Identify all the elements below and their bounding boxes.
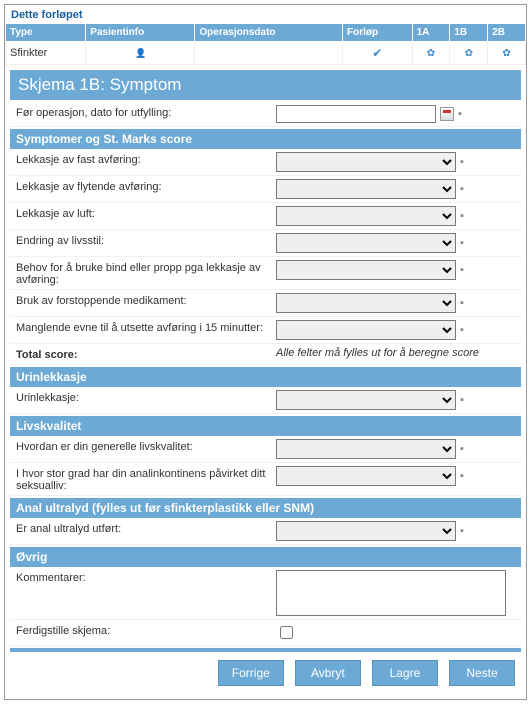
q3-label: Lekkasje av luft: — [16, 206, 276, 220]
col-type: Type — [6, 24, 86, 42]
q11-select[interactable] — [276, 521, 456, 541]
check-icon: ✔ — [372, 46, 382, 60]
finalize-checkbox[interactable] — [280, 626, 293, 639]
q9-label: Hvordan er din generelle livskvalitet: — [16, 439, 276, 453]
q13-label: Ferdigstille skjema: — [16, 623, 276, 637]
q8-label: Urinlekkasje: — [16, 390, 276, 404]
progress-table: Type Pasientinfo Operasjonsdato Forløp 1… — [5, 23, 526, 65]
section-symptoms: Symptomer og St. Marks score — [10, 129, 521, 149]
cell-2b[interactable]: ✿ — [488, 42, 526, 65]
section-ovrig: Øvrig — [10, 547, 521, 567]
q9-select[interactable] — [276, 439, 456, 459]
col-2b: 2B — [488, 24, 526, 42]
q11-label: Er anal ultralyd utført: — [16, 521, 276, 535]
q12-label: Kommentarer: — [16, 570, 276, 584]
date-input[interactable] — [276, 105, 436, 123]
prev-button[interactable]: Forrige — [218, 660, 284, 686]
q6-label: Bruk av forstoppende medikament: — [16, 293, 276, 307]
q1-label: Lekkasje av fast avføring: — [16, 152, 276, 166]
gear-icon: ✿ — [502, 48, 510, 59]
total-note: Alle felter må fylles ut for å beregne s… — [276, 347, 479, 359]
form-container: Dette forløpet Type Pasientinfo Operasjo… — [4, 4, 527, 700]
q1-select[interactable] — [276, 152, 456, 172]
gear-icon: ✿ — [465, 48, 473, 59]
col-1a: 1A — [412, 24, 450, 42]
cell-type: Sfinkter — [6, 42, 86, 65]
required-marker: ▪ — [458, 108, 462, 120]
section-livs: Livskvalitet — [10, 416, 521, 436]
user-icon — [135, 47, 145, 57]
q10-select[interactable] — [276, 466, 456, 486]
col-operasjonsdato: Operasjonsdato — [195, 24, 343, 42]
q3-select[interactable] — [276, 206, 456, 226]
calendar-icon[interactable] — [440, 107, 454, 121]
next-button[interactable]: Neste — [449, 660, 515, 686]
col-forlop: Forløp — [343, 24, 413, 42]
section-anal: Anal ultralyd (fylles ut før sfinkterpla… — [10, 498, 521, 518]
q6-select[interactable] — [276, 293, 456, 313]
q4-label: Endring av livsstil: — [16, 233, 276, 247]
total-label: Total score: — [16, 347, 276, 361]
q4-select[interactable] — [276, 233, 456, 253]
q2-label: Lekkasje av flytende avføring: — [16, 179, 276, 193]
cancel-button[interactable]: Avbryt — [295, 660, 361, 686]
table-row: Sfinkter ✔ ✿ ✿ ✿ — [6, 42, 526, 65]
save-button[interactable]: Lagre — [372, 660, 438, 686]
cell-forlop[interactable]: ✔ — [343, 42, 413, 65]
q7-select[interactable] — [276, 320, 456, 340]
cell-operasjonsdato[interactable] — [195, 42, 343, 65]
cell-1a[interactable]: ✿ — [412, 42, 450, 65]
comments-textarea[interactable] — [276, 570, 506, 616]
section-urin: Urinlekkasje — [10, 367, 521, 387]
col-1b: 1B — [450, 24, 488, 42]
col-pasientinfo: Pasientinfo — [86, 24, 195, 42]
q2-select[interactable] — [276, 179, 456, 199]
cell-1b[interactable]: ✿ — [450, 42, 488, 65]
top-section-label: Dette forløpet — [5, 5, 526, 23]
form-title: Skjema 1B: Symptom — [10, 70, 521, 100]
q5-label: Behov for å bruke bind eller propp pga l… — [16, 260, 276, 286]
q8-select[interactable] — [276, 390, 456, 410]
q7-label: Manglende evne til å utsette avføring i … — [16, 320, 276, 334]
q10-label: I hvor stor grad har din analinkontinens… — [16, 466, 276, 492]
gear-icon: ✿ — [427, 48, 435, 59]
cell-pasientinfo[interactable] — [86, 42, 195, 65]
q5-select[interactable] — [276, 260, 456, 280]
date-label: Før operasjon, dato for utfylling: — [16, 105, 276, 119]
button-bar: Forrige Avbryt Lagre Neste — [10, 652, 521, 694]
